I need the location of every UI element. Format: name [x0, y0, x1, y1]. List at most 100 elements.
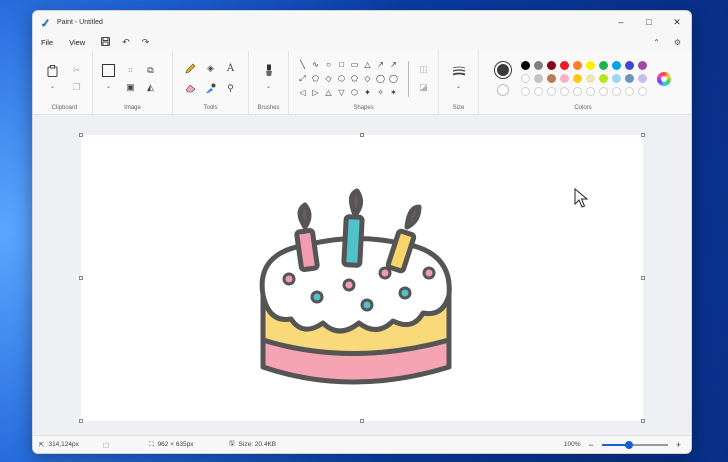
resize-icon[interactable]: ⧉ [144, 63, 158, 77]
custom-color-slot[interactable] [586, 87, 595, 96]
palette-swatch[interactable] [573, 74, 582, 83]
palette-swatch[interactable] [586, 61, 595, 70]
shape-option[interactable]: ◯ [375, 73, 387, 84]
resize-handle-tl[interactable] [79, 133, 83, 137]
text-icon[interactable]: A [224, 62, 238, 76]
zoom-slider-knob[interactable] [625, 440, 634, 449]
palette-swatch[interactable] [560, 61, 569, 70]
redo-icon[interactable]: ↷ [142, 37, 150, 48]
maximize-button[interactable]: □ [635, 11, 663, 33]
palette-swatch[interactable] [638, 74, 647, 83]
shape-option[interactable]: ⬡ [349, 87, 361, 98]
palette-swatch[interactable] [534, 61, 543, 70]
palette-swatch[interactable] [534, 74, 543, 83]
resize-handle-bottom[interactable] [360, 419, 364, 423]
palette-swatch[interactable] [547, 61, 556, 70]
edit-colors-icon[interactable] [657, 71, 671, 86]
primary-color-swatch[interactable] [494, 60, 512, 79]
shape-option[interactable]: ✧ [375, 87, 387, 98]
resize-handle-tr[interactable] [641, 133, 645, 137]
custom-color-slot[interactable] [612, 87, 621, 96]
cut-icon[interactable]: ✂ [70, 63, 84, 77]
close-button[interactable]: ✕ [663, 11, 691, 33]
size-dropdown-icon[interactable]: ⌄ [452, 80, 466, 94]
shape-option[interactable]: ○ [323, 59, 335, 70]
palette-swatch[interactable] [612, 61, 621, 70]
shape-option[interactable]: ⤢ [297, 73, 309, 84]
shape-option[interactable]: ▭ [349, 59, 361, 70]
palette-swatch[interactable] [638, 61, 647, 70]
resize-handle-br[interactable] [641, 419, 645, 423]
brush-icon[interactable] [262, 64, 276, 78]
zoom-out-button[interactable]: − [588, 440, 593, 450]
rotate-icon[interactable]: ◭ [144, 80, 158, 94]
shape-option[interactable]: □ [336, 59, 348, 70]
shape-option[interactable]: ╲ [297, 59, 309, 70]
menu-file[interactable]: File [41, 38, 53, 47]
shape-option[interactable]: ↗ [375, 59, 387, 70]
copy-icon[interactable]: ❐ [70, 80, 84, 94]
shape-option[interactable]: ◁ [297, 87, 309, 98]
select-dropdown-icon[interactable]: ⌄ [102, 80, 116, 94]
shape-option[interactable]: ∿ [310, 59, 322, 70]
palette-swatch[interactable] [560, 74, 569, 83]
shape-option[interactable]: ▽ [336, 87, 348, 98]
shape-option[interactable]: ▷ [310, 87, 322, 98]
brushes-dropdown-icon[interactable]: ⌄ [262, 80, 276, 94]
palette-swatch[interactable] [599, 61, 608, 70]
shape-option[interactable]: △ [362, 59, 374, 70]
settings-icon[interactable]: ⚙ [674, 38, 681, 47]
shape-option[interactable]: ◇ [323, 73, 335, 84]
custom-color-slot[interactable] [573, 87, 582, 96]
shape-option[interactable]: ◯ [388, 73, 400, 84]
shape-fill-icon[interactable]: ◪ [417, 81, 431, 95]
shape-option[interactable]: ⬡ [336, 73, 348, 84]
color-picker-icon[interactable] [204, 82, 218, 96]
eraser-icon[interactable] [184, 82, 198, 96]
palette-swatch[interactable] [521, 61, 530, 70]
resize-handle-top[interactable] [360, 133, 364, 137]
custom-color-slot[interactable] [534, 87, 543, 96]
resize-handle-left[interactable] [79, 276, 83, 280]
resize-handle-bl[interactable] [79, 419, 83, 423]
menu-view[interactable]: View [69, 38, 85, 47]
palette-swatch[interactable] [625, 61, 634, 70]
save-icon[interactable] [101, 36, 111, 48]
shape-option[interactable]: ✶ [388, 87, 400, 98]
line-size-icon[interactable] [452, 64, 466, 78]
palette-swatch[interactable] [521, 74, 530, 83]
pencil-icon[interactable] [184, 62, 198, 76]
shape-option[interactable]: ⬠ [310, 73, 322, 84]
custom-color-slot[interactable] [599, 87, 608, 96]
palette-swatch[interactable] [612, 74, 621, 83]
image-icon[interactable]: ▣ [124, 80, 138, 94]
palette-swatch[interactable] [586, 74, 595, 83]
shape-option[interactable]: ✦ [362, 87, 374, 98]
custom-color-slot[interactable] [625, 87, 634, 96]
custom-color-slot[interactable] [547, 87, 556, 96]
custom-color-slot[interactable] [560, 87, 569, 96]
custom-color-slot[interactable] [521, 87, 530, 96]
magnifier-icon[interactable]: ⚲ [224, 82, 238, 96]
paste-icon[interactable] [46, 64, 60, 78]
shape-option[interactable]: ↗ [388, 59, 400, 70]
zoom-slider[interactable] [601, 440, 668, 449]
paste-dropdown-icon[interactable]: ⌄ [46, 80, 60, 94]
palette-swatch[interactable] [573, 61, 582, 70]
palette-swatch[interactable] [547, 74, 556, 83]
custom-color-slot[interactable] [638, 87, 647, 96]
palette-swatch[interactable] [625, 74, 634, 83]
drawing-canvas[interactable] [81, 135, 643, 421]
fill-icon[interactable]: ◈ [204, 62, 218, 76]
zoom-in-button[interactable]: + [676, 440, 681, 450]
shapes-gallery[interactable]: ╲ ∿ ○ □ ▭ △ ↗ ↗ ⤢ ⬠ ◇ ⬡ ⬠ ◇ ◯ ◯ ◁ ▷ △ ▽ ⬡ ✦ ✧ ✶ [297, 59, 400, 98]
undo-icon[interactable]: ↶ [122, 37, 130, 48]
select-icon[interactable] [102, 64, 116, 78]
shape-option[interactable]: ⬠ [349, 73, 361, 84]
collapse-ribbon-icon[interactable]: ⌃ [653, 38, 660, 47]
secondary-color-swatch[interactable] [497, 83, 509, 96]
shape-option[interactable]: ◇ [362, 73, 374, 84]
crop-icon[interactable]: ⌗ [124, 63, 138, 77]
palette-swatch[interactable] [599, 74, 608, 83]
shape-outline-icon[interactable]: ◫ [417, 63, 431, 77]
